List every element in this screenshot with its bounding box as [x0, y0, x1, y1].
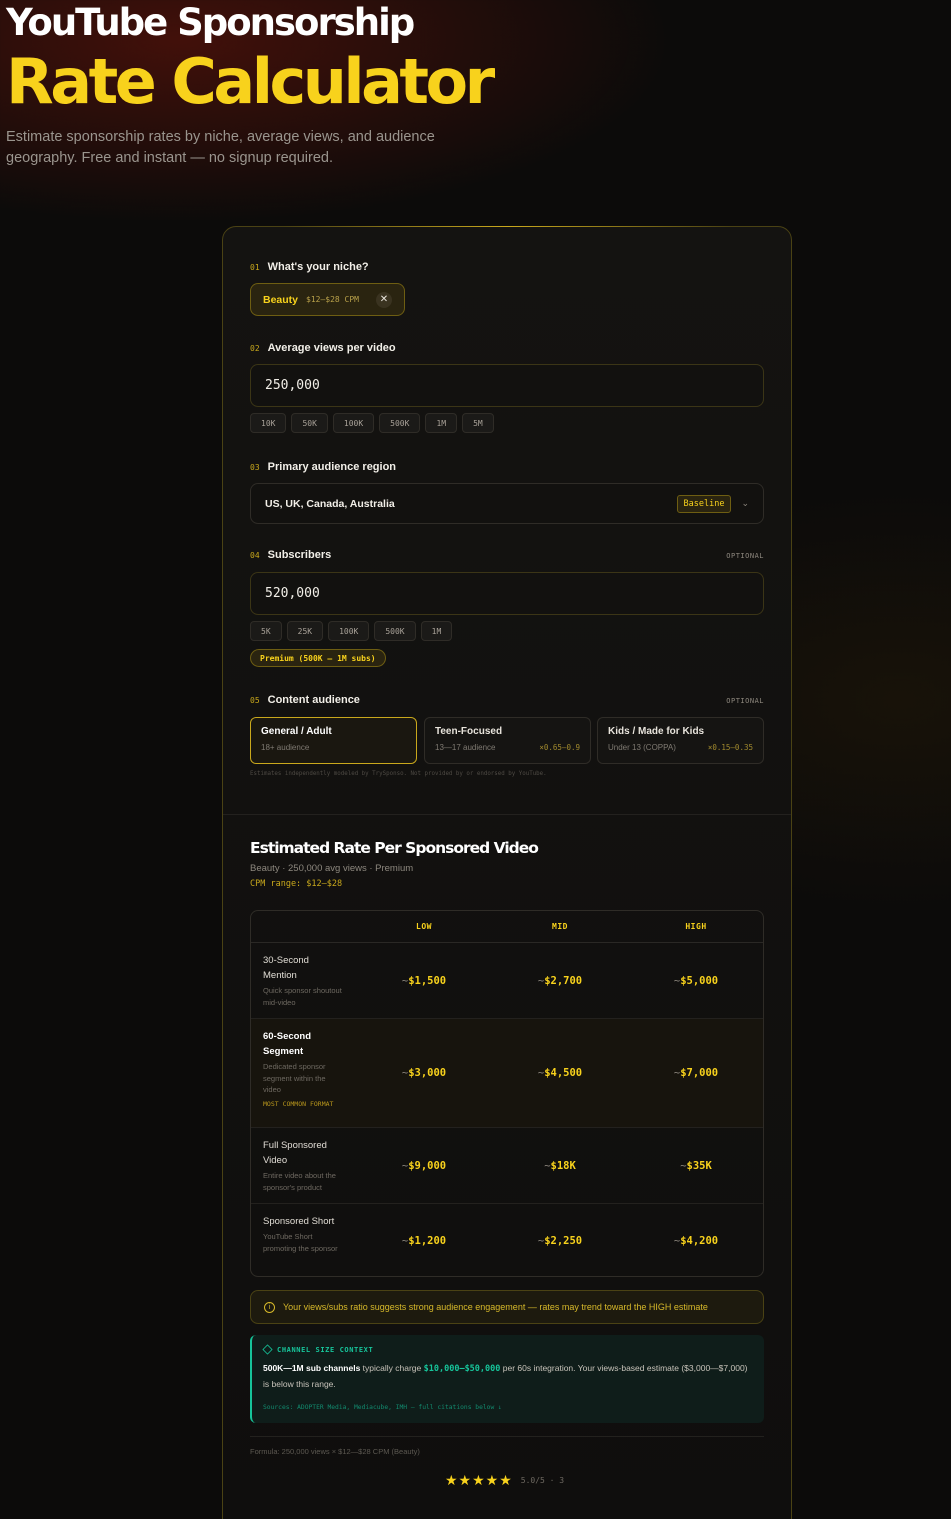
- rate-mid: $18K: [544, 1160, 576, 1172]
- rate-high: $5,000: [674, 975, 718, 987]
- rate-low: $1,500: [402, 975, 446, 987]
- views-preset-button[interactable]: 500K: [379, 413, 421, 433]
- rate-high: $7,000: [674, 1067, 718, 1079]
- rate-low: $9,000: [402, 1160, 446, 1172]
- views-input[interactable]: 250,000: [250, 364, 764, 407]
- hero: YouTube Sponsorship Rate Calculator Esti…: [6, 0, 566, 169]
- region-badge: Baseline: [676, 494, 732, 513]
- rate-high: $35K: [680, 1160, 712, 1172]
- cpm-range: CPM range: $12–$28: [250, 879, 343, 889]
- table-row: 30-Second Mention Quick sponsor shoutout…: [251, 943, 763, 1019]
- niche-label: 01 What's your niche?: [250, 261, 369, 273]
- table-header: LOW MID HIGH: [251, 911, 763, 943]
- views-presets: 10K 50K 100K 500K 1M 5M: [250, 413, 494, 433]
- rates-table: LOW MID HIGH 30-Second Mention Quick spo…: [250, 910, 764, 1277]
- views-label: 02 Average views per video: [250, 342, 396, 354]
- info-icon: i: [264, 1301, 275, 1313]
- views-preset-button[interactable]: 100K: [332, 413, 375, 433]
- subscriber-preset-button[interactable]: 1M: [420, 621, 453, 641]
- views-preset-button[interactable]: 50K: [291, 413, 328, 433]
- table-row: Sponsored Short YouTube Short promoting …: [251, 1204, 763, 1276]
- subscriber-preset-button[interactable]: 25K: [286, 621, 324, 641]
- engagement-notice: i Your views/subs ratio suggests strong …: [250, 1290, 764, 1324]
- subscribers-label: 04 Subscribers: [250, 549, 332, 561]
- disclaimer: Estimates independently modeled by TrySp…: [250, 771, 547, 777]
- region-select[interactable]: US, UK, Canada, Australia Baseline ⌄: [250, 483, 764, 524]
- subscriber-preset-button[interactable]: 100K: [328, 621, 370, 641]
- subscriber-presets: 5K 25K 100K 500K 1M: [250, 621, 453, 641]
- views-preset-button[interactable]: 5M: [462, 413, 494, 433]
- audience-option-kids[interactable]: Kids / Made for Kids Under 13 (COPPA) ×0.…: [597, 717, 764, 764]
- views-preset-button[interactable]: 10K: [250, 413, 287, 433]
- rating-value: 5.0/5 · 3: [520, 1476, 565, 1485]
- results-subtitle: Beauty · 250,000 avg views · Premium: [250, 863, 414, 874]
- niche-selected-chip[interactable]: Beauty $12–$28 CPM ✕: [250, 283, 405, 316]
- optional-label: OPTIONAL: [726, 697, 764, 705]
- page-title: YouTube Sponsorship Rate Calculator: [6, 1, 495, 118]
- rate-low: $3,000: [402, 1067, 446, 1079]
- divider: [250, 1436, 764, 1437]
- table-row: 60-Second Segment Dedicated sponsor segm…: [251, 1019, 763, 1128]
- page-subtitle: Estimate sponsorship rates by niche, ave…: [6, 129, 435, 166]
- subscribers-input[interactable]: 520,000: [250, 572, 764, 615]
- subscriber-preset-button[interactable]: 500K: [374, 621, 416, 641]
- column-header-mid: MID: [552, 922, 568, 931]
- audience-option-teen[interactable]: Teen-Focused 13—17 audience ×0.65–0.9: [424, 717, 591, 764]
- column-header-low: LOW: [416, 922, 432, 931]
- audience-label: 05 Content audience: [250, 694, 360, 706]
- optional-label: OPTIONAL: [726, 552, 764, 560]
- region-value: US, UK, Canada, Australia: [265, 497, 395, 510]
- calculator-card: 01 What's your niche? Beauty $12–$28 CPM…: [222, 226, 792, 1519]
- column-header-high: HIGH: [685, 922, 707, 931]
- audience-option-general[interactable]: General / Adult 18+ audience: [250, 717, 417, 764]
- niche-cpm: $12–$28 CPM: [306, 295, 359, 304]
- channel-size-context: CHANNEL SIZE CONTEXT 500K—1M sub channel…: [250, 1335, 764, 1423]
- rate-mid: $2,250: [538, 1235, 582, 1247]
- region-label: 03 Primary audience region: [250, 461, 397, 473]
- results-title: Estimated Rate Per Sponsored Video: [250, 839, 539, 857]
- table-row: Full Sponsored Video Entire video about …: [251, 1128, 763, 1204]
- close-icon[interactable]: ✕: [376, 291, 392, 308]
- layers-icon: [262, 1344, 273, 1355]
- subscriber-tier-badge: Premium (500K – 1M subs): [250, 649, 386, 667]
- formula-text: Formula: 250,000 views × $12—$28 CPM (Be…: [250, 1447, 420, 1456]
- niche-name: Beauty: [263, 293, 299, 306]
- subscriber-preset-button[interactable]: 5K: [250, 621, 282, 641]
- views-preset-button[interactable]: 1M: [425, 413, 458, 433]
- rate-low: $1,200: [402, 1235, 446, 1247]
- rating: ★★★★★ 5.0/5 · 3: [445, 1472, 564, 1489]
- rate-high: $4,200: [674, 1235, 718, 1247]
- most-common-tag: MOST COMMON FORMAT: [263, 1099, 334, 1108]
- chevron-down-icon: ⌄: [741, 498, 749, 508]
- rate-mid: $2,700: [538, 975, 582, 987]
- rate-mid: $4,500: [538, 1067, 582, 1079]
- sources-link[interactable]: Sources: ADOPTER Media, Mediacube, IMH —…: [263, 1404, 753, 1411]
- divider: [223, 814, 791, 815]
- star-icons: ★★★★★: [445, 1472, 513, 1488]
